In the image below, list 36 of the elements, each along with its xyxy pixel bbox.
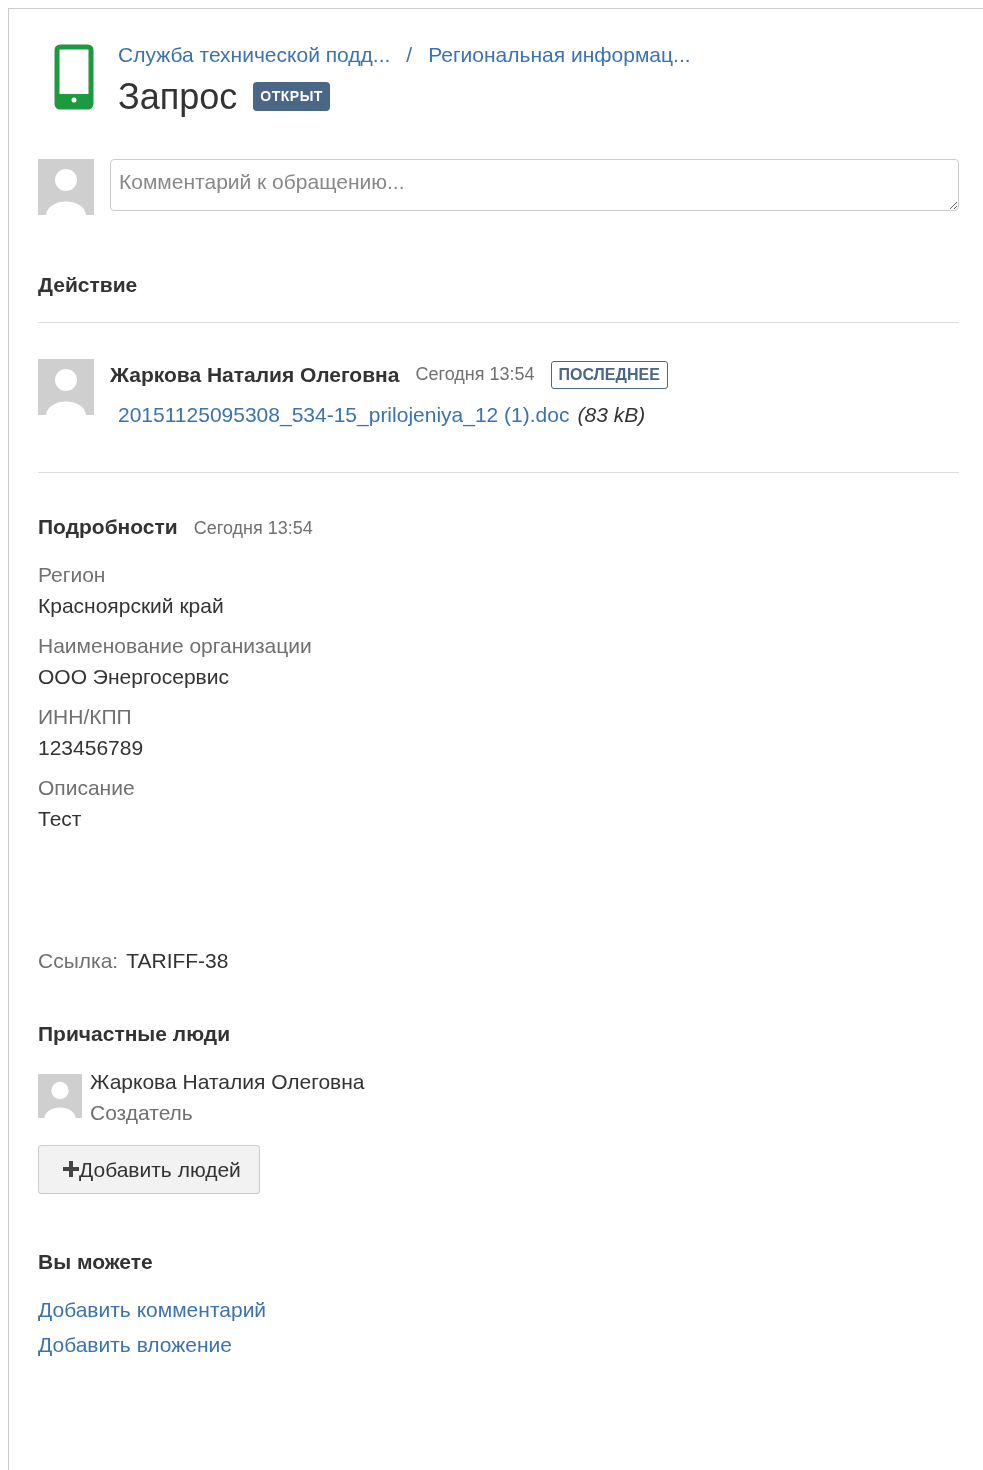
avatar-icon <box>38 1073 82 1118</box>
section-heading: Вы можете <box>38 1249 154 1275</box>
field-value: Красноярский край <box>38 593 225 619</box>
field-label: Наименование организации <box>38 632 313 659</box>
field-value: 123456789 <box>38 735 145 761</box>
timestamp: Сегодня 13:54 <box>193 517 313 540</box>
reference-key: TARIFF-38 <box>126 944 229 976</box>
person-name: Жаркова Наталия Олеговна <box>90 1068 365 1095</box>
status-badge: ОТКРЫТ <box>253 82 330 111</box>
phone-icon <box>54 43 94 110</box>
action-link[interactable]: Добавить комментарий <box>38 1297 267 1321</box>
breadcrumb-link[interactable]: Служба технической подд... <box>118 39 391 71</box>
field-value: Тест <box>38 806 83 832</box>
avatar-icon <box>38 158 94 215</box>
page-title: Запрос <box>118 78 238 115</box>
action-link[interactable]: Добавить вложение <box>38 1333 232 1356</box>
plus-icon <box>63 1161 79 1178</box>
section-heading: Причастные люди <box>38 1021 232 1047</box>
latest-badge: ПОСЛЕДНЕЕ <box>550 360 668 389</box>
section-heading: Подробности <box>38 514 178 540</box>
author-name: Жаркова Наталия Олеговна <box>110 362 400 388</box>
field-label: Ссылка: <box>38 947 119 974</box>
timestamp: Сегодня 13:54 <box>415 363 535 387</box>
avatar-icon <box>38 359 94 415</box>
field-label: ИНН/КПП <box>38 703 133 730</box>
add-people-button[interactable]: Добавить людей <box>38 1144 260 1194</box>
breadcrumb-separator: / <box>406 42 413 68</box>
field-label: Регион <box>38 561 107 588</box>
comment-field[interactable]: Комментарий к обращению... <box>110 158 959 211</box>
section-heading: Действие <box>38 271 139 298</box>
field-value: ООО Энергосервис <box>38 664 230 690</box>
breadcrumb-link[interactable]: Региональная информац... <box>428 39 691 71</box>
file-size: (83 kB) <box>577 401 646 428</box>
attachment-link[interactable]: 20151125095308_534-15_prilojeniya_12 (1).doc <box>118 398 570 430</box>
person-role: Создатель <box>90 1100 194 1126</box>
field-label: Описание <box>38 774 136 801</box>
